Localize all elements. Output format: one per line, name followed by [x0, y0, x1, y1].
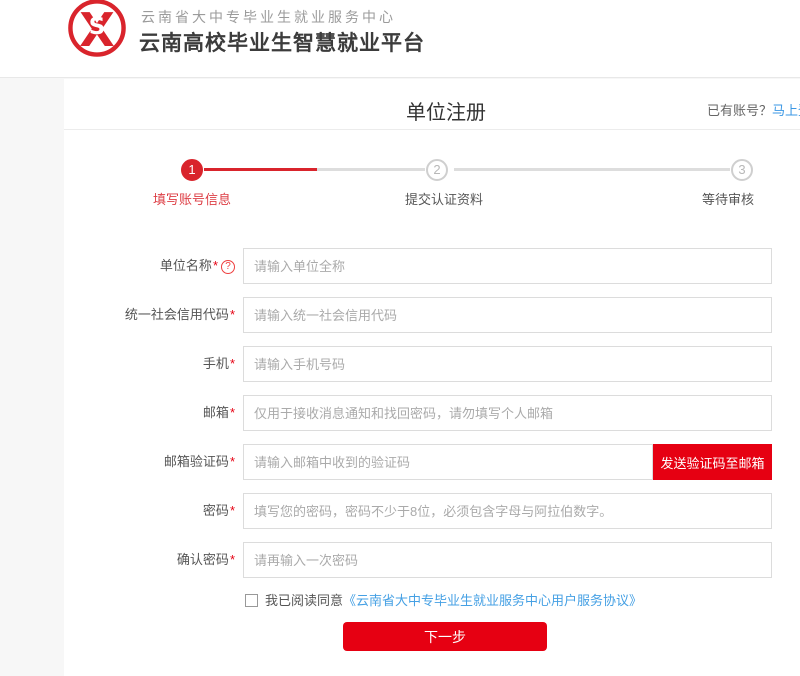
- agreement-link[interactable]: 《云南省大中专毕业生就业服务中心用户服务协议》: [343, 593, 642, 608]
- required-mark: *: [230, 405, 235, 420]
- send-code-button[interactable]: 发送验证码至邮箱: [653, 444, 772, 480]
- agreement-row: 我已阅读同意《云南省大中专毕业生就业服务中心用户服务协议》: [245, 590, 642, 609]
- required-mark: *: [230, 503, 235, 518]
- field-label-phone: 手机*: [0, 346, 235, 382]
- company-name-input[interactable]: [243, 248, 772, 284]
- progress-line-active: [204, 168, 317, 171]
- next-step-button[interactable]: 下一步: [343, 622, 547, 651]
- label-text: 单位名称: [160, 258, 212, 273]
- required-mark: *: [213, 258, 218, 273]
- site-logo-icon: X S: [66, 0, 128, 59]
- svg-text:S: S: [89, 14, 106, 40]
- label-text: 手机: [203, 356, 229, 371]
- confirm-password-input[interactable]: [243, 542, 772, 578]
- agreement-text: 我已阅读同意: [265, 593, 343, 608]
- org-name-line: 云南省大中专毕业生就业服务中心: [141, 7, 396, 27]
- email-code-input[interactable]: [243, 444, 653, 480]
- field-label-confirm-password: 确认密码*: [0, 542, 235, 578]
- label-text: 邮箱: [203, 405, 229, 420]
- label-text: 密码: [203, 503, 229, 518]
- step-2-label: 提交认证资料: [364, 189, 524, 208]
- required-mark: *: [230, 552, 235, 567]
- form-row-password: 密码*: [0, 493, 800, 529]
- field-label-email-code: 邮箱验证码*: [0, 444, 235, 480]
- label-text: 确认密码: [177, 552, 229, 567]
- field-label-password: 密码*: [0, 493, 235, 529]
- site-header: X S 云南省大中专毕业生就业服务中心 云南高校毕业生智慧就业平台: [0, 0, 800, 78]
- field-label-credit-code: 统一社会信用代码*: [0, 297, 235, 333]
- credit-code-input[interactable]: [243, 297, 772, 333]
- login-prompt-text: 已有账号？: [707, 103, 772, 118]
- progress-line-1-2: [317, 168, 425, 171]
- help-icon[interactable]: ?: [221, 260, 235, 274]
- field-label-email: 邮箱*: [0, 395, 235, 431]
- required-mark: *: [230, 454, 235, 469]
- form-row-phone: 手机*: [0, 346, 800, 382]
- form-row-company-name: 单位名称*?: [0, 248, 800, 284]
- password-input[interactable]: [243, 493, 772, 529]
- agreement-checkbox[interactable]: [245, 594, 258, 607]
- label-text: 统一社会信用代码: [125, 307, 229, 322]
- login-area: 已有账号？马上登录: [707, 100, 800, 119]
- page: X S 云南省大中专毕业生就业服务中心 云南高校毕业生智慧就业平台 单位注册 已…: [0, 0, 800, 676]
- form-row-email: 邮箱*: [0, 395, 800, 431]
- field-label-company-name: 单位名称*?: [0, 248, 235, 284]
- login-link[interactable]: 马上登录: [772, 103, 800, 118]
- phone-input[interactable]: [243, 346, 772, 382]
- form-row-email-code: 邮箱验证码* 发送验证码至邮箱: [0, 444, 800, 480]
- label-text: 邮箱验证码: [164, 454, 229, 469]
- required-mark: *: [230, 307, 235, 322]
- platform-name-line: 云南高校毕业生智慧就业平台: [139, 27, 425, 57]
- step-2-circle: 2: [426, 159, 448, 181]
- step-3-label: 等待审核: [648, 189, 800, 208]
- step-1-circle: 1: [181, 159, 203, 181]
- step-3-circle: 3: [731, 159, 753, 181]
- progress-line-2-3: [454, 168, 730, 171]
- step-1-label: 填写账号信息: [112, 189, 272, 208]
- form-row-credit-code: 统一社会信用代码*: [0, 297, 800, 333]
- page-title: 单位注册: [0, 96, 800, 125]
- form-row-confirm-password: 确认密码*: [0, 542, 800, 578]
- required-mark: *: [230, 356, 235, 371]
- email-input[interactable]: [243, 395, 772, 431]
